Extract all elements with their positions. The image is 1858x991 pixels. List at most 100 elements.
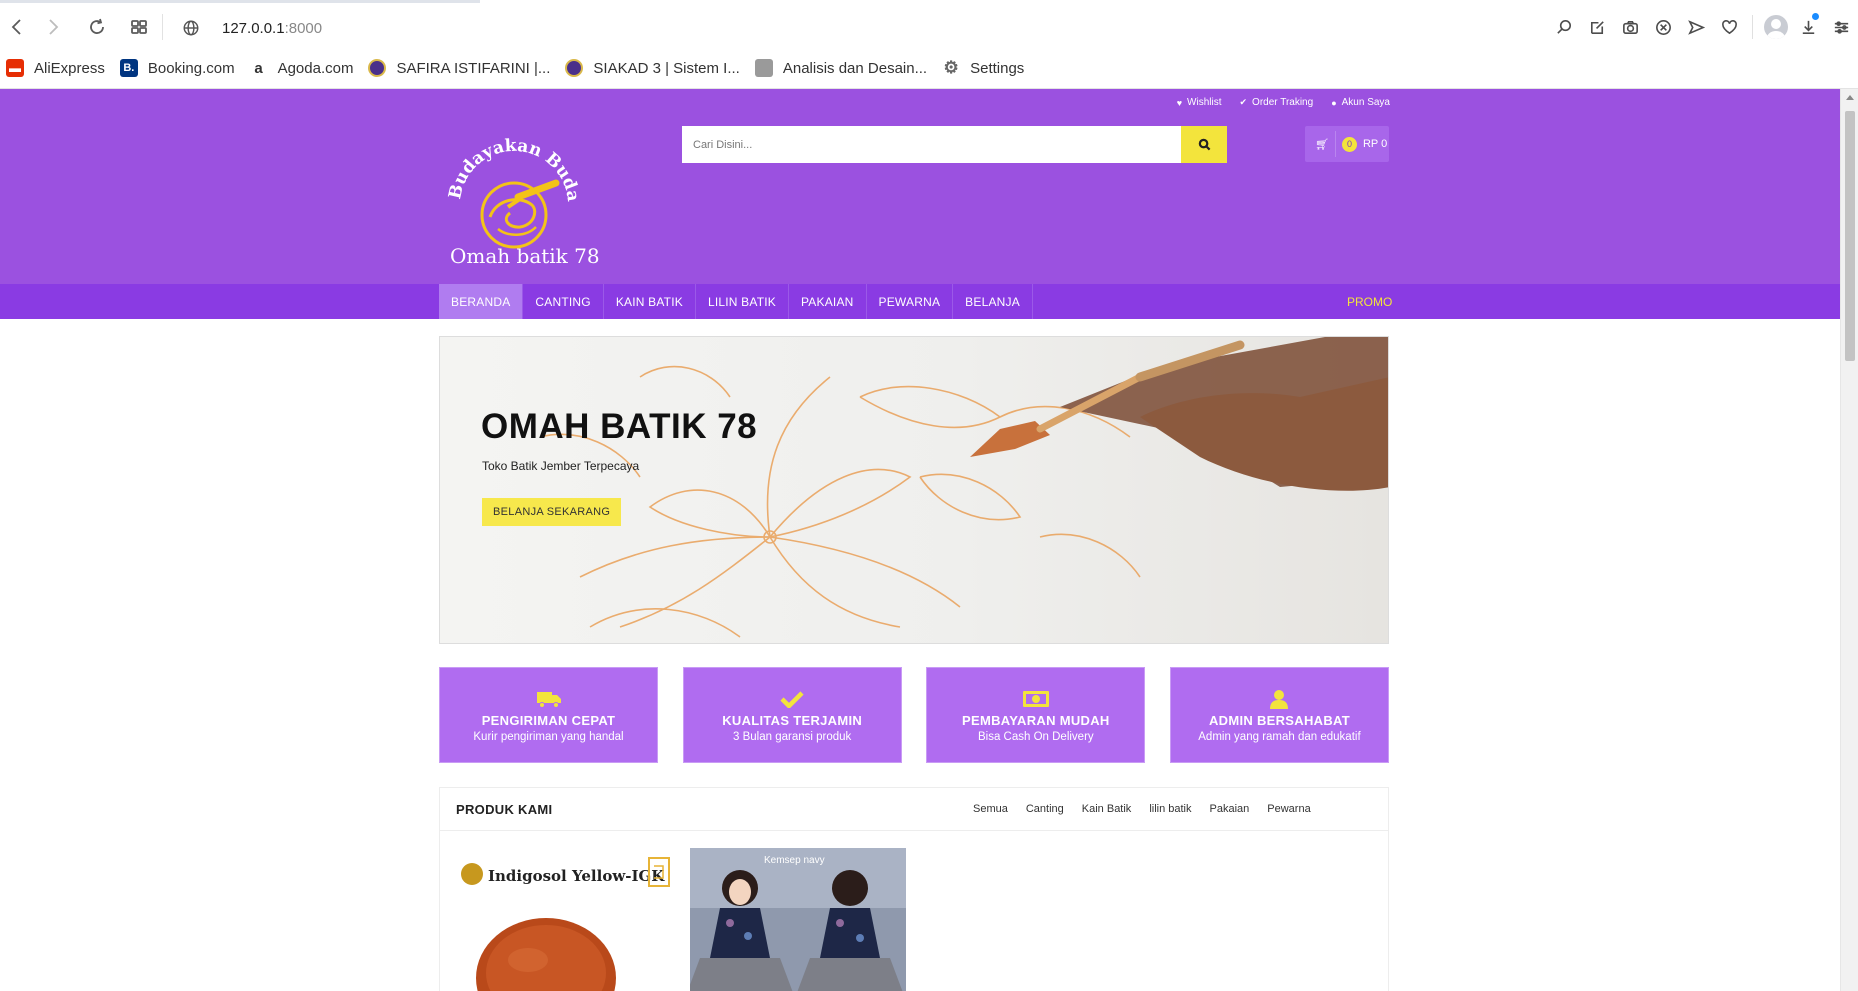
account-link[interactable]: ● Akun Saya: [1331, 97, 1390, 108]
shop-now-button[interactable]: BELANJA SEKARANG: [482, 498, 622, 526]
product-card[interactable]: Indigosol Yellow-IGK: [458, 848, 674, 991]
feature-subtitle: Admin yang ramah dan edukatif: [1198, 730, 1361, 743]
truck-icon: [536, 688, 562, 710]
bookmark-label: AliExpress: [34, 59, 105, 77]
site-logo[interactable]: Budayakan Budaya Omah batik 78: [438, 133, 608, 268]
user-icon: [1268, 688, 1290, 710]
cart-total: RP 0: [1362, 138, 1388, 150]
bookmarks-bar: ▬ AliExpress B. Booking.com a Agoda.com …: [0, 54, 1858, 82]
gear-icon: ⚙: [942, 58, 961, 77]
block-icon[interactable]: [1647, 8, 1680, 46]
filter-tab-semua[interactable]: Semua: [973, 803, 1008, 815]
bookmark-label: Booking.com: [147, 59, 235, 77]
bookmark-settings[interactable]: ⚙ Settings: [942, 58, 1025, 77]
hero-banner: OMAH BATIK 78 Toko Batik Jember Terpecay…: [439, 336, 1389, 644]
nav-item-kain-batik[interactable]: KAIN BATIK: [604, 284, 696, 319]
feature-subtitle: Bisa Cash On Delivery: [977, 730, 1094, 743]
cart-icon: 🛒︎: [1315, 138, 1329, 151]
hero-title: OMAH BATIK 78: [481, 407, 758, 446]
scroll-up-arrow-icon[interactable]: [1846, 95, 1854, 100]
product-card[interactable]: Kemsep navy: [690, 848, 906, 991]
globe-icon: [183, 20, 199, 36]
feature-title: PEMBAYARAN MUDAH: [962, 712, 1110, 728]
bookmark-label: SIAKAD 3 | Sistem I...: [593, 59, 740, 77]
tabs-grid-icon[interactable]: [122, 8, 156, 46]
product-filter-tabs: Semua Canting Kain Batik lilin batik Pak…: [973, 803, 1311, 815]
product-image-dress: Kemsep navy: [690, 848, 906, 991]
bookmark-booking[interactable]: B. Booking.com: [119, 59, 235, 77]
bookmark-analisis[interactable]: Analisis dan Desain...: [754, 59, 928, 77]
logo-bottom-text: Omah batik 78: [450, 244, 600, 268]
feature-title: PENGIRIMAN CEPAT: [481, 712, 616, 728]
download-icon[interactable]: [1792, 8, 1825, 46]
order-tracking-label: Order Traking: [1252, 97, 1314, 108]
bookmark-agoda[interactable]: a Agoda.com: [249, 59, 353, 77]
browser-toolbar: 127.0.0.1:8000: [0, 8, 1858, 48]
main-nav: BERANDA CANTING KAIN BATIK LILIN BATIK P…: [0, 284, 1840, 319]
products-section: PRODUK KAMI Semua Canting Kain Batik lil…: [439, 787, 1389, 991]
forward-icon[interactable]: [36, 8, 70, 46]
back-icon[interactable]: [0, 8, 34, 46]
browser-actions: [1548, 8, 1858, 46]
cart-divider: [1334, 131, 1336, 157]
check-icon: [780, 688, 804, 710]
hero-subtitle: Toko Batik Jember Terpecaya: [482, 459, 640, 473]
web-page: ♥ Wishlist ✔ Order Traking ● Akun Saya Buda…: [0, 89, 1840, 991]
search-icon: [1198, 138, 1210, 151]
search-button[interactable]: [1181, 126, 1227, 163]
bookmark-safira[interactable]: SAFIRA ISTIFARINI |...: [368, 59, 550, 77]
logo-arc-text: Budayakan Budaya: [438, 133, 583, 203]
filter-tab-canting[interactable]: Canting: [1026, 803, 1064, 815]
bookmark-aliexpress[interactable]: ▬ AliExpress: [6, 59, 105, 77]
promo-link[interactable]: PROMO: [1347, 284, 1392, 319]
feature-admin: ADMIN BERSAHABAT Admin yang ramah dan ed…: [1169, 667, 1389, 763]
heart-icon[interactable]: [1713, 8, 1746, 46]
search-form: Cari Disini...: [682, 126, 1227, 163]
camera-icon[interactable]: [1614, 8, 1647, 46]
feature-subtitle: 3 Bulan garansi produk: [733, 730, 852, 743]
nav-item-canting[interactable]: CANTING: [523, 284, 604, 319]
heart-icon: ♥: [1176, 97, 1183, 108]
product-image-indigosol: Indigosol Yellow-IGK: [458, 848, 674, 991]
top-nav: ♥ Wishlist ✔ Order Traking ● Akun Saya: [1177, 97, 1390, 108]
nav-item-beranda[interactable]: BERANDA: [439, 284, 524, 319]
scrollbar-thumb[interactable]: [1845, 111, 1855, 361]
page-scrollbar[interactable]: [1840, 89, 1858, 991]
bookmark-label: SAFIRA ISTIFARINI |...: [396, 59, 551, 77]
bookmark-label: Settings: [970, 59, 1025, 77]
wishlist-link[interactable]: ♥ Wishlist: [1177, 97, 1222, 108]
features-row: PENGIRIMAN CEPAT Kurir pengiriman yang h…: [439, 667, 1389, 763]
agoda-icon: a: [249, 59, 268, 77]
money-icon: [1022, 688, 1050, 710]
bookmark-siakad[interactable]: SIAKAD 3 | Sistem I...: [565, 59, 740, 77]
cart-button[interactable]: 🛒︎ 0 RP 0: [1305, 126, 1389, 162]
bookmark-label: Analisis dan Desain...: [782, 59, 928, 77]
product-image-label: Indigosol Yellow-IGK: [488, 867, 665, 885]
booking-icon: B.: [119, 59, 138, 77]
search-input[interactable]: Cari Disini...: [682, 126, 1181, 163]
filter-tab-pewarna[interactable]: Pewarna: [1267, 803, 1310, 815]
filter-tab-kain-batik[interactable]: Kain Batik: [1082, 803, 1132, 815]
nav-item-pewarna[interactable]: PEWARNA: [867, 284, 954, 319]
order-tracking-link[interactable]: ✔ Order Traking: [1240, 97, 1314, 108]
easy-setup-icon[interactable]: [1825, 8, 1858, 46]
nav-item-pakaian[interactable]: PAKAIAN: [789, 284, 867, 319]
feature-subtitle: Kurir pengiriman yang handal: [473, 730, 624, 743]
address-host: 127.0.0.1: [222, 19, 285, 37]
product-image-label: Kemsep navy: [764, 855, 825, 866]
find-icon[interactable]: [1548, 8, 1581, 46]
filter-tab-pakaian[interactable]: Pakaian: [1210, 803, 1250, 815]
cart-count-badge: 0: [1341, 136, 1357, 152]
nav-item-lilin-batik[interactable]: LILIN BATIK: [696, 284, 789, 319]
reload-icon[interactable]: [80, 8, 114, 46]
actions-divider: [1752, 15, 1753, 39]
site-header: ♥ Wishlist ✔ Order Traking ● Akun Saya Buda…: [0, 89, 1840, 284]
nav-item-belanja[interactable]: BELANJA: [953, 284, 1033, 319]
filter-tab-lilin-batik[interactable]: lilin batik: [1149, 803, 1191, 815]
edit-icon[interactable]: [1581, 8, 1614, 46]
loading-bar: [0, 0, 480, 3]
feature-title: KUALITAS TERJAMIN: [722, 712, 863, 728]
address-bar[interactable]: 127.0.0.1:8000: [182, 15, 322, 41]
profile-icon[interactable]: [1759, 8, 1792, 46]
send-icon[interactable]: [1680, 8, 1713, 46]
